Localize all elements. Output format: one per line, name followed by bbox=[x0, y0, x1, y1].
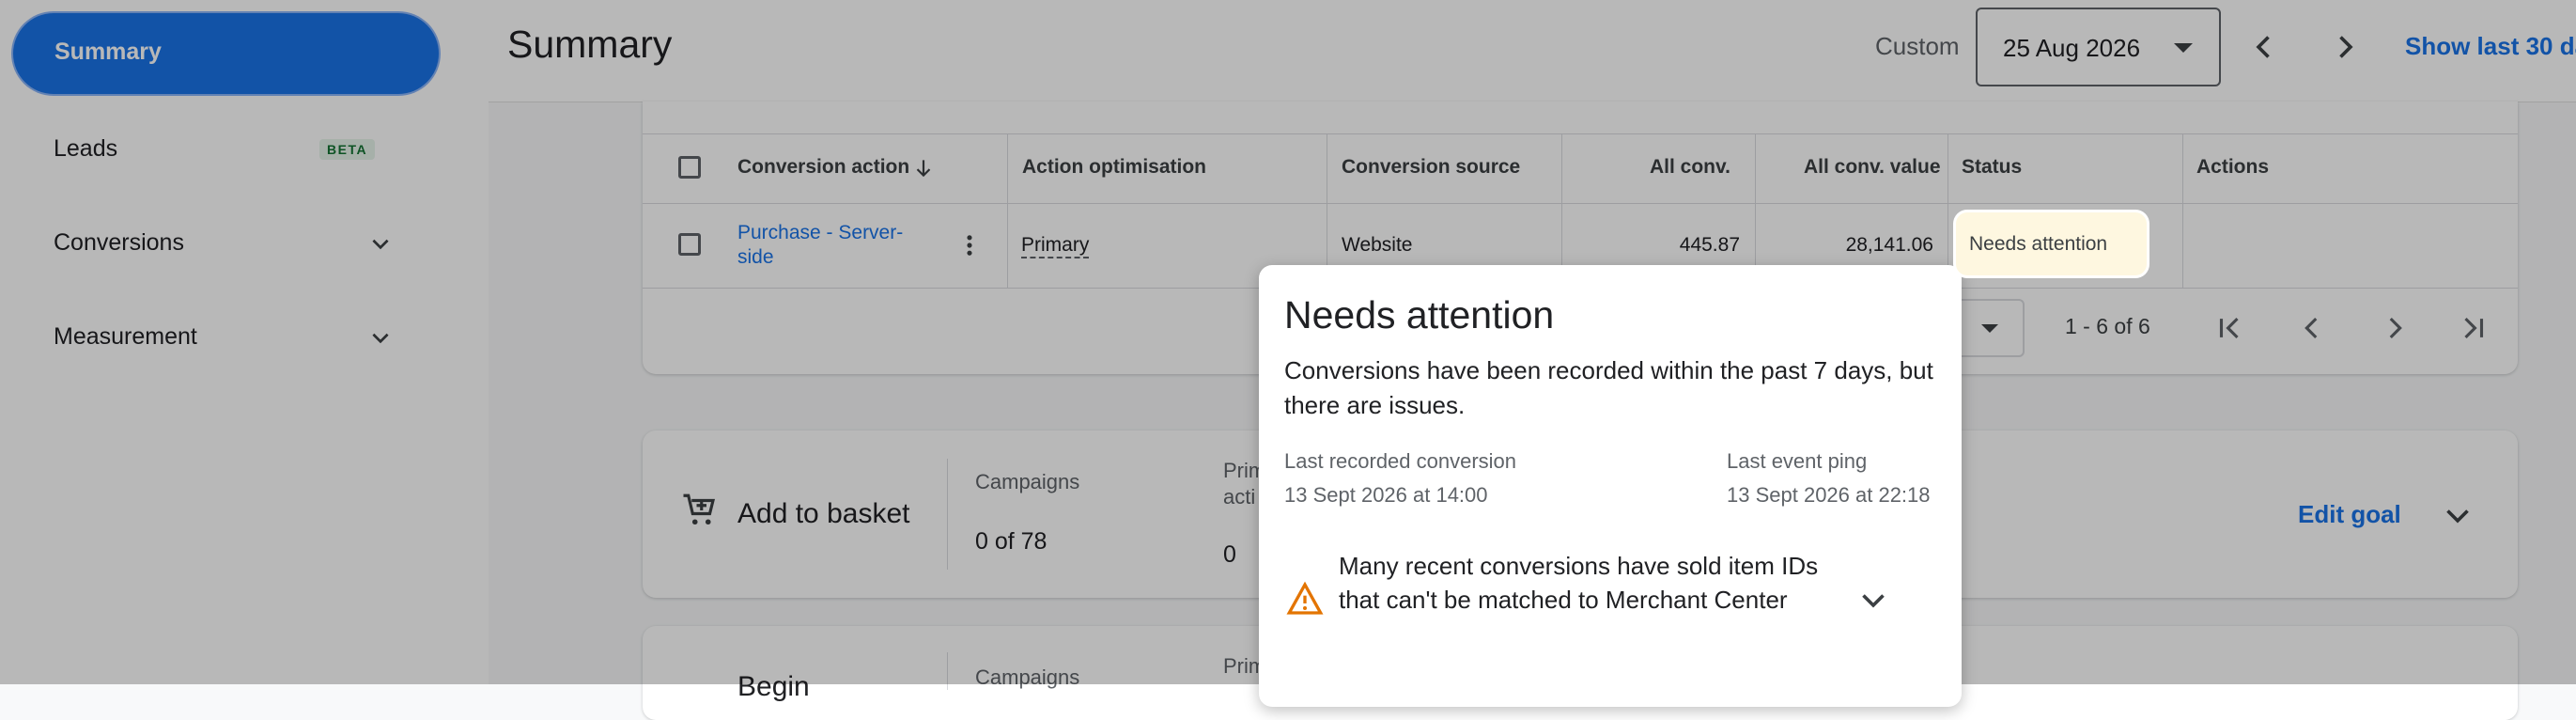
status-badge-highlight[interactable]: Needs attention bbox=[1956, 212, 2147, 275]
last-ping-label: Last event ping bbox=[1727, 449, 1868, 473]
popup-description: Conversions have been recorded within th… bbox=[1284, 356, 1933, 419]
last-conversion-value: 13 Sept 2026 at 14:00 bbox=[1284, 483, 1488, 507]
last-conversion-label: Last recorded conversion bbox=[1284, 449, 1517, 473]
popup-title: Needs attention bbox=[1284, 293, 1555, 337]
warning-text: Many recent conversions have sold item I… bbox=[1339, 552, 1819, 614]
warning-icon bbox=[1286, 581, 1324, 615]
last-ping-value: 13 Sept 2026 at 22:18 bbox=[1727, 483, 1931, 507]
status-text: Needs attention bbox=[1969, 233, 2108, 255]
chevron-down-icon[interactable] bbox=[1856, 583, 1890, 617]
